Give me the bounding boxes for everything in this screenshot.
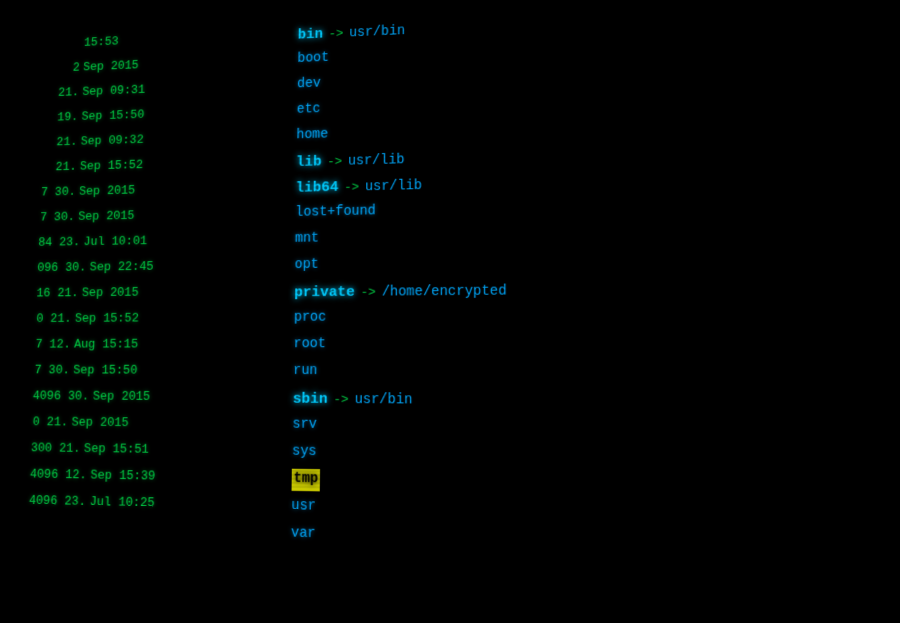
date-field: 15:53 — [84, 33, 119, 53]
date-field: Sep 15:50 — [81, 106, 144, 127]
symlink-arrow: -> — [329, 24, 344, 44]
terminal-content: 15:532Sep 201521.Sep 09:3119.Sep 15:5021… — [17, 0, 900, 623]
entry-name: private — [294, 281, 355, 304]
entry-name: lost+found — [295, 202, 376, 225]
date-field: Jul 10:01 — [83, 232, 147, 252]
entry-name: tmp — [292, 469, 321, 491]
symlink-target: usr/lib — [365, 176, 422, 198]
entry-name: home — [296, 125, 328, 147]
file-size: 2 — [44, 59, 80, 79]
entry-name: etc — [297, 100, 321, 121]
entry-name: var — [291, 523, 316, 546]
entry-name: opt — [294, 255, 318, 276]
entry-name: sbin — [293, 388, 328, 411]
date-field: Aug 15:15 — [74, 335, 139, 354]
entry-name: usr — [291, 496, 316, 518]
file-size: 4096 12. — [30, 465, 87, 486]
file-size: 21. — [42, 133, 78, 153]
file-size: 19. — [42, 108, 78, 128]
left-row: 16 21.Sep 2015 — [36, 282, 285, 310]
file-size: 7 12. — [34, 335, 71, 354]
dir-entry: root — [293, 333, 900, 362]
date-field: Sep 22:45 — [89, 257, 153, 277]
entry-name: srv — [292, 415, 317, 437]
right-column: bin->usr/binbootdevetchomelib->usr/libli… — [280, 0, 900, 612]
file-size: 7 30. — [39, 208, 75, 227]
left-row: 0 21.Sep 2015 — [31, 413, 283, 442]
file-size: 7 30. — [40, 183, 76, 202]
file-size: 096 30. — [37, 258, 86, 278]
file-size — [45, 46, 80, 47]
entry-name: dev — [297, 74, 321, 95]
left-row: 84 23.Jul 10:01 — [38, 229, 286, 258]
file-size: 7 30. — [33, 361, 70, 380]
entry-name: lib64 — [296, 176, 339, 199]
date-field: Sep 2015 — [82, 283, 139, 303]
left-row: 0 21.Sep 15:52 — [35, 308, 285, 335]
entry-name: sys — [292, 442, 317, 464]
left-row: 7 30.Sep 15:50 — [33, 361, 284, 388]
entry-name: run — [293, 361, 318, 383]
symlink-arrow: -> — [333, 390, 348, 410]
symlink-arrow: -> — [327, 152, 342, 172]
date-field: Sep 15:50 — [73, 361, 138, 381]
entry-name: bin — [298, 23, 324, 46]
date-field: Sep 15:51 — [84, 439, 149, 460]
date-field: Sep 15:39 — [90, 466, 156, 487]
dir-entry: run — [293, 361, 900, 390]
date-field: Sep 09:31 — [82, 81, 145, 102]
symlink-target: /home/encrypted — [382, 282, 507, 305]
dir-entry: proc — [294, 304, 900, 335]
file-size: 4096 23. — [29, 491, 87, 512]
entry-name: mnt — [295, 229, 319, 250]
left-row: 300 21.Sep 15:51 — [30, 439, 282, 469]
entry-name: boot — [297, 48, 329, 70]
file-size: 21. — [41, 158, 77, 178]
file-size: 0 21. — [31, 413, 68, 433]
symlink-target: usr/lib — [348, 151, 405, 173]
left-column: 15:532Sep 201521.Sep 09:3119.Sep 15:5021… — [17, 25, 289, 591]
left-row: 4096 23.Jul 10:25 — [28, 491, 281, 523]
date-field: Jul 10:25 — [89, 492, 155, 513]
file-size: 84 23. — [38, 233, 80, 253]
file-size: 4096 30. — [32, 387, 89, 407]
left-row: 4096 30.Sep 2015 — [32, 387, 283, 415]
symlink-arrow: -> — [344, 178, 359, 198]
file-size: 21. — [43, 83, 79, 103]
date-field: Sep 15:52 — [75, 309, 139, 329]
left-row: 7 12.Aug 15:15 — [34, 334, 284, 361]
date-field: Sep 2015 — [78, 207, 135, 227]
date-field: Sep 09:32 — [80, 131, 143, 152]
date-field: Sep 2015 — [79, 181, 136, 201]
date-field: Sep 2015 — [71, 413, 129, 433]
entry-name: lib — [296, 151, 322, 174]
symlink-target: usr/bin — [354, 390, 412, 412]
file-size: 16 21. — [36, 284, 79, 303]
entry-name: root — [293, 334, 326, 355]
symlink-arrow: -> — [361, 283, 376, 303]
dir-entry: private -> /home/encrypted — [294, 275, 900, 308]
date-field: Sep 15:52 — [80, 156, 144, 176]
file-size: 0 21. — [35, 309, 71, 328]
terminal-window: 15:532Sep 201521.Sep 09:3119.Sep 15:5021… — [17, 0, 900, 623]
date-field: Sep 2015 — [83, 56, 139, 77]
left-row: 096 30.Sep 22:45 — [37, 256, 285, 285]
date-field: Sep 2015 — [93, 387, 151, 407]
entry-name: proc — [294, 308, 327, 329]
file-size: 300 21. — [31, 439, 81, 459]
symlink-target: usr/bin — [349, 22, 405, 45]
